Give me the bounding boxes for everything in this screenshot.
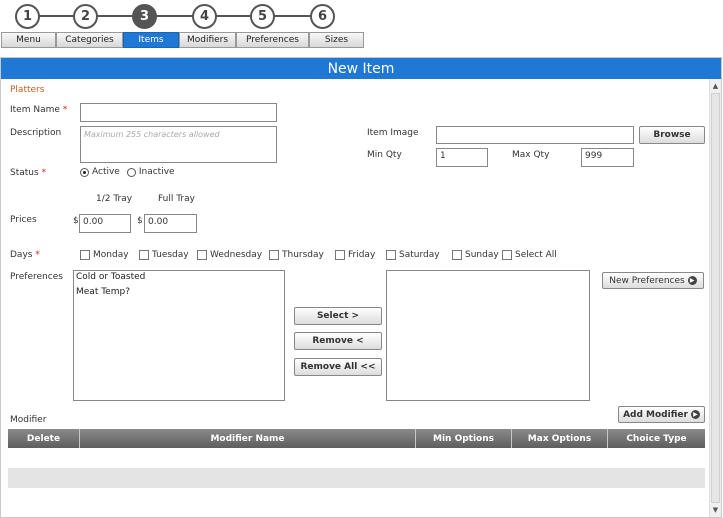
status-inactive-radio[interactable] (126, 167, 136, 177)
wizard-step-5-circle[interactable]: 5 (250, 4, 275, 29)
wizard-steps: 1 2 3 4 5 6 Menu Categories Items Modifi… (0, 0, 723, 55)
currency-symbol: $ (137, 216, 143, 226)
status-radio-group: Active Inactive (80, 167, 175, 177)
status-active-radio[interactable] (80, 167, 89, 177)
days-label-text: Days (10, 250, 33, 260)
select-preference-button[interactable]: Select > (294, 307, 382, 325)
wizard-tab-menu[interactable]: Menu (1, 32, 56, 48)
day-label: Thursday (282, 250, 324, 260)
item-name-input[interactable] (80, 103, 277, 122)
modifier-grid-header: Delete Modifier Name Min Options Max Opt… (8, 429, 705, 448)
day-label: Monday (93, 250, 129, 260)
price-full-tray-header: Full Tray (158, 194, 195, 204)
status-inactive-label: Inactive (138, 167, 175, 177)
status-label-text: Status (10, 168, 39, 178)
modifier-grid-row (8, 468, 705, 488)
day-tuesday-checkbox[interactable] (139, 250, 149, 260)
prices-label: Prices (10, 215, 37, 225)
currency-symbol: $ (73, 216, 79, 226)
modifier-grid-row (8, 448, 705, 468)
status-active-label: Active (92, 167, 120, 177)
modifier-label: Modifier (10, 415, 47, 425)
arrow-right-circle-icon: ▶ (690, 410, 700, 419)
day-tuesday[interactable]: Tuesday (139, 250, 189, 260)
add-modifier-button[interactable]: Add Modifier ▶ (618, 406, 705, 423)
day-friday-checkbox[interactable] (335, 250, 345, 260)
required-mark: * (41, 168, 47, 178)
min-qty-input[interactable]: 1 (436, 148, 488, 167)
new-preferences-button[interactable]: New Preferences ▶ (602, 272, 704, 289)
item-name-label: Item Name * (10, 105, 67, 115)
wizard-step-6-circle[interactable]: 6 (310, 4, 335, 29)
wizard-step-1-circle[interactable]: 1 (15, 4, 40, 29)
max-qty-label: Max Qty (512, 150, 550, 160)
wizard-tab-categories[interactable]: Categories (56, 32, 123, 48)
price-half-tray-header: 1/2 Tray (96, 194, 133, 204)
day-label: Sunday (465, 250, 499, 260)
add-modifier-label: Add Modifier (623, 409, 688, 420)
day-sunday[interactable]: Sunday (452, 250, 499, 260)
wizard-step-4-circle[interactable]: 4 (192, 4, 217, 29)
day-thursday[interactable]: Thursday (269, 250, 324, 260)
column-header-min-options[interactable]: Min Options (416, 429, 512, 448)
max-qty-input[interactable]: 999 (581, 148, 634, 167)
day-label: Friday (348, 250, 376, 260)
column-header-delete[interactable]: Delete (8, 429, 80, 448)
wizard-tab-sizes[interactable]: Sizes (309, 32, 364, 48)
column-header-modifier-name[interactable]: Modifier Name (80, 429, 416, 448)
day-friday[interactable]: Friday (335, 250, 375, 260)
list-item[interactable]: Cold or Toasted (74, 271, 284, 286)
day-monday[interactable]: Monday (80, 250, 129, 260)
price-full-tray-input[interactable]: 0.00 (144, 214, 197, 233)
selected-preferences-list[interactable] (386, 270, 590, 401)
remove-preference-button[interactable]: Remove < (294, 332, 382, 350)
scroll-thumb[interactable] (711, 93, 720, 503)
status-label: Status * (10, 168, 46, 178)
section-title: Platters (10, 85, 45, 95)
day-saturday-checkbox[interactable] (386, 250, 396, 260)
day-saturday[interactable]: Saturday (386, 250, 440, 260)
day-select-all-checkbox[interactable] (502, 250, 512, 260)
column-header-choice-type[interactable]: Choice Type (608, 429, 705, 448)
day-monday-checkbox[interactable] (80, 250, 90, 260)
required-mark: * (35, 250, 40, 260)
wizard-tab-items[interactable]: Items (123, 32, 179, 48)
required-mark: * (62, 105, 68, 115)
days-label: Days * (10, 250, 40, 260)
description-textarea[interactable]: Maximum 255 characters allowed (80, 126, 277, 163)
available-preferences-list[interactable]: Cold or Toasted Meat Temp? (73, 270, 285, 401)
panel-title: New Item (1, 58, 721, 79)
item-image-input[interactable] (436, 126, 634, 144)
vertical-scrollbar[interactable]: ▲ ▼ (709, 79, 721, 517)
wizard-tab-preferences[interactable]: Preferences (236, 32, 309, 48)
price-half-tray-input[interactable]: 0.00 (79, 214, 131, 233)
day-label: Tuesday (152, 250, 189, 260)
day-wednesday-checkbox[interactable] (197, 250, 207, 260)
column-header-max-options[interactable]: Max Options (512, 429, 608, 448)
wizard-step-2-circle[interactable]: 2 (73, 4, 98, 29)
day-sunday-checkbox[interactable] (452, 250, 462, 260)
day-label: Saturday (399, 250, 440, 260)
browse-button[interactable]: Browse (639, 126, 705, 144)
scroll-up-arrow-icon[interactable]: ▲ (710, 80, 721, 92)
description-label: Description (10, 128, 62, 138)
scroll-down-arrow-icon[interactable]: ▼ (710, 504, 721, 516)
day-label: Wednesday (210, 250, 263, 260)
item-name-label-text: Item Name (10, 105, 60, 115)
arrow-right-circle-icon: ▶ (687, 276, 697, 285)
new-preferences-label: New Preferences (609, 275, 685, 286)
day-wednesday[interactable]: Wednesday (197, 250, 262, 260)
list-item[interactable]: Meat Temp? (74, 286, 284, 301)
wizard-tab-modifiers[interactable]: Modifiers (179, 32, 236, 48)
preferences-label: Preferences (10, 272, 63, 282)
new-item-panel: New Item ▲ ▼ Platters Item Name * Descri… (0, 57, 722, 518)
remove-all-preferences-button[interactable]: Remove All << (294, 358, 382, 376)
day-label: Select All (515, 250, 557, 260)
day-thursday-checkbox[interactable] (269, 250, 279, 260)
modifier-grid-row (8, 488, 705, 508)
item-image-label: Item Image (367, 128, 419, 138)
min-qty-label: Min Qty (367, 150, 402, 160)
wizard-step-3-circle[interactable]: 3 (132, 4, 157, 29)
day-select-all[interactable]: Select All (502, 250, 557, 260)
